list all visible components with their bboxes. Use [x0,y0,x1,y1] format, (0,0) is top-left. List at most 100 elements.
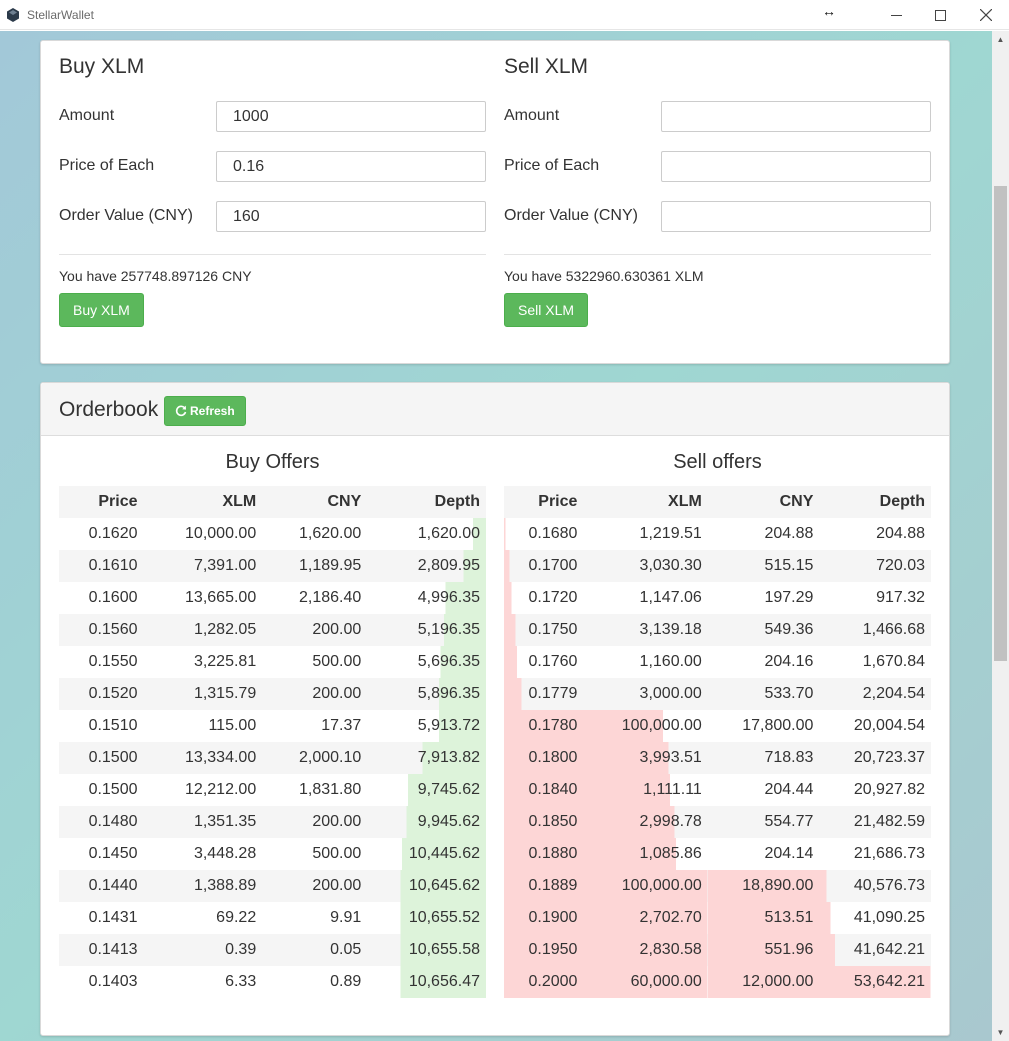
trade-panel: Buy XLM Amount Price of Each Order Value… [40,40,950,364]
cell-depth-text: 20,723.37 [853,749,925,766]
maximize-button[interactable] [917,0,963,30]
cell-cny: 551.96 [707,934,820,966]
cell-cny-text: 18,890.00 [742,877,814,894]
cell-price-text: 0.1700 [528,557,578,574]
cell-depth-text: 5,896.35 [417,685,480,702]
table-row: 0.1600 13,665.00 2,186.40 4,996.35 [59,582,486,614]
cell-cny-text: 0.89 [330,973,362,990]
cell-xlm: 1,085.86 [583,838,708,870]
table-row: 0.1750 3,139.18 549.36 1,466.68 [504,614,931,646]
cell-depth: 20,927.82 [819,774,931,806]
cell-depth-text: 20,004.54 [853,717,925,734]
cell-price: 0.1780 [504,710,584,742]
cell-cny: 533.70 [708,678,820,710]
scroll-thumb[interactable] [994,186,1007,661]
cell-cny: 1,189.95 [262,550,367,582]
minimize-icon [890,14,902,16]
refresh-button[interactable]: Refresh [164,396,246,426]
cell-price-text: 0.1750 [528,621,578,638]
cell-xlm: 3,448.28 [144,838,263,870]
sell-divider [504,254,931,255]
scroll-up-arrow-icon[interactable]: ▲ [992,31,1009,48]
cell-price-text: 0.1800 [528,749,578,766]
cell-xlm-text: 1,219.51 [639,525,702,542]
cell-price: 0.1500 [59,742,144,774]
cell-price: 0.1413 [59,934,144,966]
cell-xlm-text: 1,160.00 [639,653,702,670]
cell-xlm-text: 1,351.35 [193,813,257,830]
cell-price-text: 0.1600 [88,589,138,606]
cell-price-text: 0.1850 [528,813,578,830]
cell-cny: 500.00 [262,646,367,678]
cell-xlm: 13,334.00 [144,742,263,774]
vertical-scrollbar[interactable]: ▲ ▼ [992,31,1009,1041]
cell-cny: 12,000.00 [707,966,820,998]
cell-xlm-text: 3,000.00 [639,685,702,702]
sell-order-value-input[interactable] [661,201,931,232]
cell-xlm-text: 100,000.00 [621,717,702,734]
cell-xlm-text: 1,085.86 [639,845,702,862]
cell-depth: 41,090.25 [819,902,931,934]
cell-xlm: 1,219.51 [583,518,707,550]
table-row: 0.1550 3,225.81 500.00 5,696.35 [59,646,486,678]
cell-xlm: 2,998.78 [583,806,708,838]
cell-price-text: 0.1889 [528,877,578,894]
cell-price: 0.1510 [59,710,144,742]
cell-price: 0.1880 [504,838,584,870]
cell-xlm: 3,000.00 [583,678,707,710]
cell-cny: 200.00 [262,806,367,838]
buy-price-input[interactable] [216,151,486,182]
buy-xlm-button[interactable]: Buy XLM [59,293,144,327]
cell-cny: 18,890.00 [707,870,820,902]
cell-xlm-text: 1,315.79 [193,685,257,702]
buy-amount-input[interactable] [216,101,486,132]
table-row: 0.1450 3,448.28 500.00 10,445.62 [59,838,486,870]
sell-order-value-row: Order Value (CNY) [504,201,931,232]
sell-title: Sell XLM [504,55,589,78]
table-row: 0.1500 12,212.00 1,831.80 9,745.62 [59,774,486,806]
cell-cny: 2,000.10 [262,742,367,774]
cell-xlm: 1,315.79 [144,678,263,710]
cell-cny-text: 549.36 [764,621,814,638]
cell-xlm-text: 1,111.11 [643,781,702,798]
cell-xlm-text: 1,282.05 [193,621,257,638]
cell-depth-text: 40,576.73 [853,877,925,894]
cell-cny-text: 2,186.40 [298,589,362,606]
cell-depth-text: 2,204.54 [862,685,925,702]
buy-price-label: Price of Each [59,157,155,174]
cell-depth: 21,482.59 [819,806,931,838]
minimize-button[interactable] [873,0,919,30]
cell-price-text: 0.1550 [88,653,138,670]
cell-price-text: 0.1950 [528,941,578,958]
cell-depth-text: 1,466.68 [862,621,925,638]
cell-xlm: 60,000.00 [583,966,708,998]
sell-xlm-button[interactable]: Sell XLM [504,293,589,327]
table-row: 0.1720 1,147.06 197.29 917.32 [504,582,931,614]
cell-price: 0.1779 [504,678,584,710]
cell-cny: 204.16 [708,646,820,678]
table-row: 0.1620 10,000.00 1,620.00 1,620.00 [59,518,486,550]
cell-cny: 0.05 [262,934,367,966]
cell-xlm: 2,830.58 [583,934,708,966]
cell-price: 0.1450 [59,838,144,870]
cell-price-text: 0.2000 [528,973,578,990]
cell-cny-text: 200.00 [312,621,362,638]
cell-depth: 5,896.35 [367,678,486,710]
cell-xlm-text: 6.33 [225,973,257,990]
scroll-down-arrow-icon[interactable]: ▼ [992,1024,1009,1041]
sell-price-input[interactable] [661,151,931,182]
col-price: Price [59,486,144,518]
cell-depth-text: 5,913.72 [417,717,480,734]
buy-order-value-input[interactable] [216,201,486,232]
cell-xlm-text: 12,212.00 [185,781,257,798]
close-button[interactable] [963,0,1009,30]
col-cny: CNY [262,486,368,518]
table-row: 0.1800 3,993.51 718.83 20,723.37 [504,742,931,774]
cell-cny: 204.14 [708,838,820,870]
table-row: 0.1880 1,085.86 204.14 21,686.73 [504,838,931,870]
cell-price: 0.1850 [504,806,584,838]
buy-offers-table: Price XLM CNY Depth 0.1620 10,000.00 1,620… [59,486,486,998]
cell-depth: 7,913.82 [367,742,486,774]
table-row: 0.1431 69.22 9.91 10,655.52 [59,902,486,934]
sell-amount-input[interactable] [661,101,931,132]
